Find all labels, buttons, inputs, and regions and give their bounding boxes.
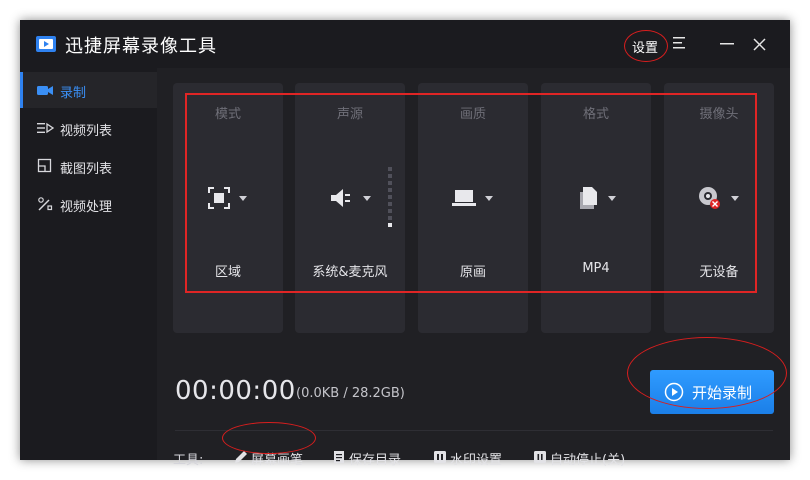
volume-level-meter (388, 167, 392, 227)
sidebar-item-video-processing[interactable]: 视频处理 (20, 186, 157, 222)
camera-icon (37, 86, 53, 95)
option-card-mode[interactable]: 模式 区域 (173, 83, 283, 333)
document-icon (334, 451, 344, 463)
video-list-icon (37, 122, 54, 134)
sidebar-item-label: 视频处理 (60, 200, 113, 215)
app-window: 迅捷屏幕录像工具 设置 录制 视频列表 截图列表 视频处理 模式 区域 声源 系… (20, 20, 790, 468)
close-icon[interactable] (753, 38, 766, 51)
sidebar-item-screenshot-list[interactable]: 截图列表 (20, 148, 157, 184)
option-value: 无设备 (699, 265, 739, 280)
pause-icon (534, 451, 546, 463)
option-icon-area (664, 183, 774, 213)
tools-label: 工具: (173, 453, 204, 468)
option-value: 系统&麦克风 (312, 265, 388, 280)
sidebar-item-video-list[interactable]: 视频列表 (20, 110, 157, 146)
minimize-icon[interactable] (720, 37, 734, 51)
laptop-icon (452, 190, 476, 206)
recording-timer: 00:00:00 (175, 376, 296, 406)
option-icon-area (541, 183, 651, 213)
option-value: 原画 (459, 265, 486, 280)
magic-wand-icon (38, 197, 53, 211)
chevron-down-icon (239, 196, 247, 201)
file-icon (580, 187, 597, 209)
play-circle-icon (664, 382, 684, 402)
region-select-icon (208, 187, 230, 209)
option-value: 区域 (214, 265, 241, 280)
pen-icon (235, 451, 247, 463)
option-value: MP4 (582, 261, 610, 276)
app-title: 迅捷屏幕录像工具 (65, 36, 217, 57)
app-logo-icon (36, 36, 56, 52)
storage-usage: (0.0KB / 28.2GB) (296, 386, 405, 401)
menu-icon[interactable] (672, 36, 686, 50)
title-bar: 迅捷屏幕录像工具 设置 (20, 20, 790, 68)
watermark-icon (434, 451, 446, 463)
main-panel: 模式 区域 声源 系统&麦克风 画质 原画 格式 MP4 摄像头 无设备 00:… (157, 68, 790, 468)
option-title: 模式 (214, 107, 241, 122)
option-card-quality[interactable]: 画质 原画 (418, 83, 528, 333)
option-title: 摄像头 (699, 107, 739, 122)
chevron-down-icon (363, 196, 371, 201)
option-icon-area (173, 183, 283, 213)
chevron-down-icon (485, 196, 493, 201)
tool-label: 屏幕画笔 (251, 453, 304, 468)
divider (175, 430, 773, 431)
option-card-audio-source[interactable]: 声源 系统&麦克风 (295, 83, 405, 333)
speaker-icon (331, 189, 350, 207)
tool-label: 自动停止(关) (550, 453, 626, 468)
chevron-down-icon (731, 196, 739, 201)
start-recording-label: 开始录制 (692, 384, 753, 402)
sidebar-item-label: 录制 (60, 86, 87, 101)
sidebar-item-label: 截图列表 (60, 162, 113, 177)
sidebar-item-label: 视频列表 (60, 124, 113, 139)
screenshot-list-icon (37, 158, 52, 173)
tool-label: 保存目录 (349, 453, 402, 468)
chevron-down-icon (608, 196, 616, 201)
sidebar: 录制 视频列表 截图列表 视频处理 (20, 68, 157, 460)
active-indicator (20, 72, 23, 108)
tool-label: 水印设置 (450, 453, 503, 468)
option-icon-area (418, 183, 528, 213)
start-recording-button[interactable]: 开始录制 (650, 370, 774, 414)
option-title: 格式 (582, 107, 609, 122)
sidebar-item-record[interactable]: 录制 (20, 72, 157, 108)
option-title: 声源 (336, 107, 363, 122)
option-title: 画质 (459, 107, 486, 122)
option-card-format[interactable]: 格式 MP4 (541, 83, 651, 333)
webcam-disabled-icon (699, 187, 720, 209)
option-card-webcam[interactable]: 摄像头 无设备 (664, 83, 774, 333)
settings-link[interactable]: 设置 (632, 37, 658, 56)
